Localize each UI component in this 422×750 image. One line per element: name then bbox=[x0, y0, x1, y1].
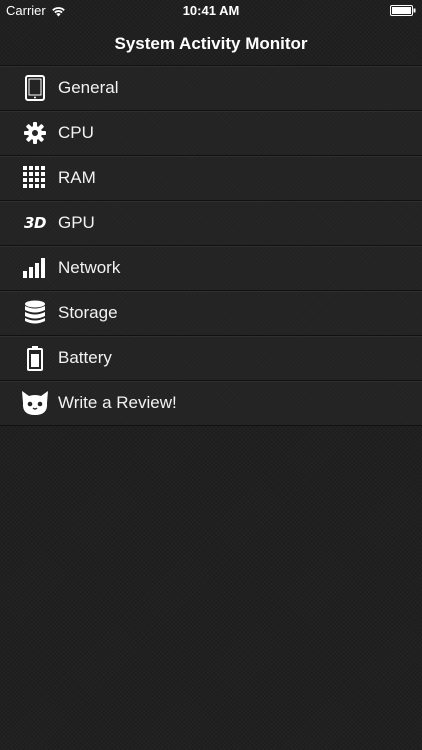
menu-item-label: Storage bbox=[58, 303, 118, 322]
3d-icon: 3D bbox=[20, 209, 50, 237]
navigation-bar: System Activity Monitor bbox=[0, 22, 422, 65]
menu-item-label: GPU bbox=[58, 213, 95, 232]
status-time: 10:41 AM bbox=[182, 3, 240, 18]
menu-list: General CPU RAM 3D GPU Network Storage B… bbox=[0, 65, 422, 426]
menu-item-cpu[interactable]: CPU bbox=[0, 111, 422, 156]
gear-icon bbox=[20, 119, 50, 147]
menu-item-battery[interactable]: Battery bbox=[0, 336, 422, 381]
menu-item-label: Battery bbox=[58, 348, 112, 367]
menu-item-label: Network bbox=[58, 258, 121, 277]
tablet-icon bbox=[20, 74, 50, 102]
menu-item-general[interactable]: General bbox=[0, 66, 422, 111]
memory-grid-icon bbox=[20, 164, 50, 192]
menu-item-network[interactable]: Network bbox=[0, 246, 422, 291]
battery-icon bbox=[20, 344, 50, 372]
status-bar: Carrier 10:41 AM bbox=[0, 0, 422, 22]
menu-item-gpu[interactable]: 3D GPU bbox=[0, 201, 422, 246]
menu-item-label: RAM bbox=[58, 168, 96, 187]
database-icon bbox=[20, 299, 50, 327]
signal-bars-icon bbox=[20, 254, 50, 282]
menu-item-label: CPU bbox=[58, 123, 94, 142]
3d-icon-text: 3D bbox=[24, 214, 46, 232]
menu-item-ram[interactable]: RAM bbox=[0, 156, 422, 201]
menu-item-label: Write a Review! bbox=[58, 393, 177, 412]
menu-item-label: General bbox=[58, 78, 119, 97]
menu-item-write-review[interactable]: Write a Review! bbox=[0, 381, 422, 426]
page-title: System Activity Monitor bbox=[114, 34, 308, 53]
battery-full-icon bbox=[390, 5, 416, 16]
menu-item-storage[interactable]: Storage bbox=[0, 291, 422, 336]
cat-face-icon bbox=[20, 389, 50, 417]
